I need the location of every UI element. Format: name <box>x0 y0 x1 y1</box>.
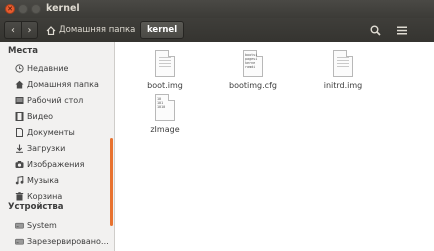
search-icon <box>370 25 381 36</box>
desktop-icon <box>14 95 24 105</box>
breadcrumb-current[interactable]: kernel <box>140 21 185 39</box>
camera-icon <box>14 159 24 169</box>
file-item-zimage[interactable]: 10 101 1010 zImage <box>125 94 205 134</box>
sidebar-item-desktop[interactable]: Рабочий стол <box>0 92 114 108</box>
sidebar-item-label: Загрузки <box>27 143 66 153</box>
generic-file-icon <box>155 50 175 77</box>
file-item-initrd-img[interactable]: initrd.img <box>303 50 383 90</box>
chevron-right-icon: › <box>27 24 32 36</box>
forward-button[interactable]: › <box>21 21 38 39</box>
file-item-bootimg-cfg[interactable]: bootsi pagesi kerne ramdi bootimg.cfg <box>213 50 293 90</box>
trash-icon <box>14 191 24 201</box>
music-icon <box>14 175 24 185</box>
sidebar-scrollbar[interactable] <box>110 138 113 226</box>
clock-icon <box>14 63 24 73</box>
sidebar-item-downloads[interactable]: Загрузки <box>0 140 114 156</box>
file-name: bootimg.cfg <box>229 81 277 90</box>
file-preview-line: ramdi <box>245 65 256 69</box>
sidebar-item-music[interactable]: Музыка <box>0 172 114 188</box>
file-name: initrd.img <box>323 81 363 90</box>
home-icon <box>14 79 24 89</box>
sidebar-item-label: Изображения <box>27 159 85 169</box>
hamburger-icon <box>397 26 407 34</box>
toolbar: ‹ › Домашняя папка kernel <box>0 18 434 42</box>
home-icon <box>46 25 56 35</box>
sidebar-item-documents[interactable]: Документы <box>0 124 114 140</box>
maximize-button[interactable] <box>31 4 41 14</box>
file-view: boot.img bootsi pagesi kerne ramdi booti… <box>115 42 434 251</box>
sidebar-item-pictures[interactable]: Изображения <box>0 156 114 172</box>
file-preview-line: 1010 <box>157 105 166 109</box>
sidebar-item-label: System <box>27 220 57 230</box>
sidebar-item-home[interactable]: Домашняя папка <box>0 76 114 92</box>
close-icon: ✕ <box>7 4 13 13</box>
sidebar-item-recent[interactable]: Недавние <box>0 60 114 76</box>
sidebar-item-system[interactable]: System <box>0 217 114 233</box>
sidebar-item-videos[interactable]: Видео <box>0 108 114 124</box>
sidebar-item-label: Рабочий стол <box>27 95 84 105</box>
devices-heading: Устройства <box>8 202 64 212</box>
sidebar-item-label: Домашняя папка <box>27 79 99 89</box>
sidebar-item-label: Музыка <box>27 175 59 185</box>
sidebar-item-label: Недавние <box>27 63 69 73</box>
close-button[interactable]: ✕ <box>5 4 15 14</box>
text-file-icon: bootsi pagesi kerne ramdi <box>243 50 263 77</box>
menu-button[interactable] <box>392 21 412 39</box>
sidebar-item-reserved[interactable]: Зарезервировано… <box>0 233 114 249</box>
title-bar[interactable]: ✕ kernel <box>0 0 434 18</box>
file-name: boot.img <box>147 81 183 90</box>
sidebar-item-label: Видео <box>27 111 54 121</box>
file-name: zImage <box>150 125 180 134</box>
window-title: kernel <box>46 3 80 14</box>
chevron-left-icon: ‹ <box>11 24 15 36</box>
file-manager-window: ✕ kernel ‹ › Домашняя папка kernel Места… <box>0 0 434 251</box>
drive-icon <box>14 236 24 246</box>
video-icon <box>14 111 24 121</box>
sidebar-item-label: Зарезервировано… <box>27 236 109 246</box>
breadcrumb-home[interactable]: Домашняя папка <box>46 21 135 39</box>
download-icon <box>14 143 24 153</box>
sidebar-item-label: Корзина <box>27 191 63 201</box>
breadcrumb-home-label: Домашняя папка <box>59 25 136 35</box>
file-item-boot-img[interactable]: boot.img <box>125 50 205 90</box>
binary-file-icon: 10 101 1010 <box>155 94 175 121</box>
minimize-button[interactable] <box>18 4 28 14</box>
drive-icon <box>14 220 24 230</box>
document-icon <box>14 127 24 137</box>
sidebar-item-label: Документы <box>27 127 75 137</box>
search-button[interactable] <box>365 21 385 39</box>
generic-file-icon <box>333 50 353 77</box>
places-heading: Места <box>8 46 38 56</box>
sidebar: Места Недавние Домашняя папка Рабочий ст… <box>0 42 115 251</box>
back-button[interactable]: ‹ <box>4 21 21 39</box>
